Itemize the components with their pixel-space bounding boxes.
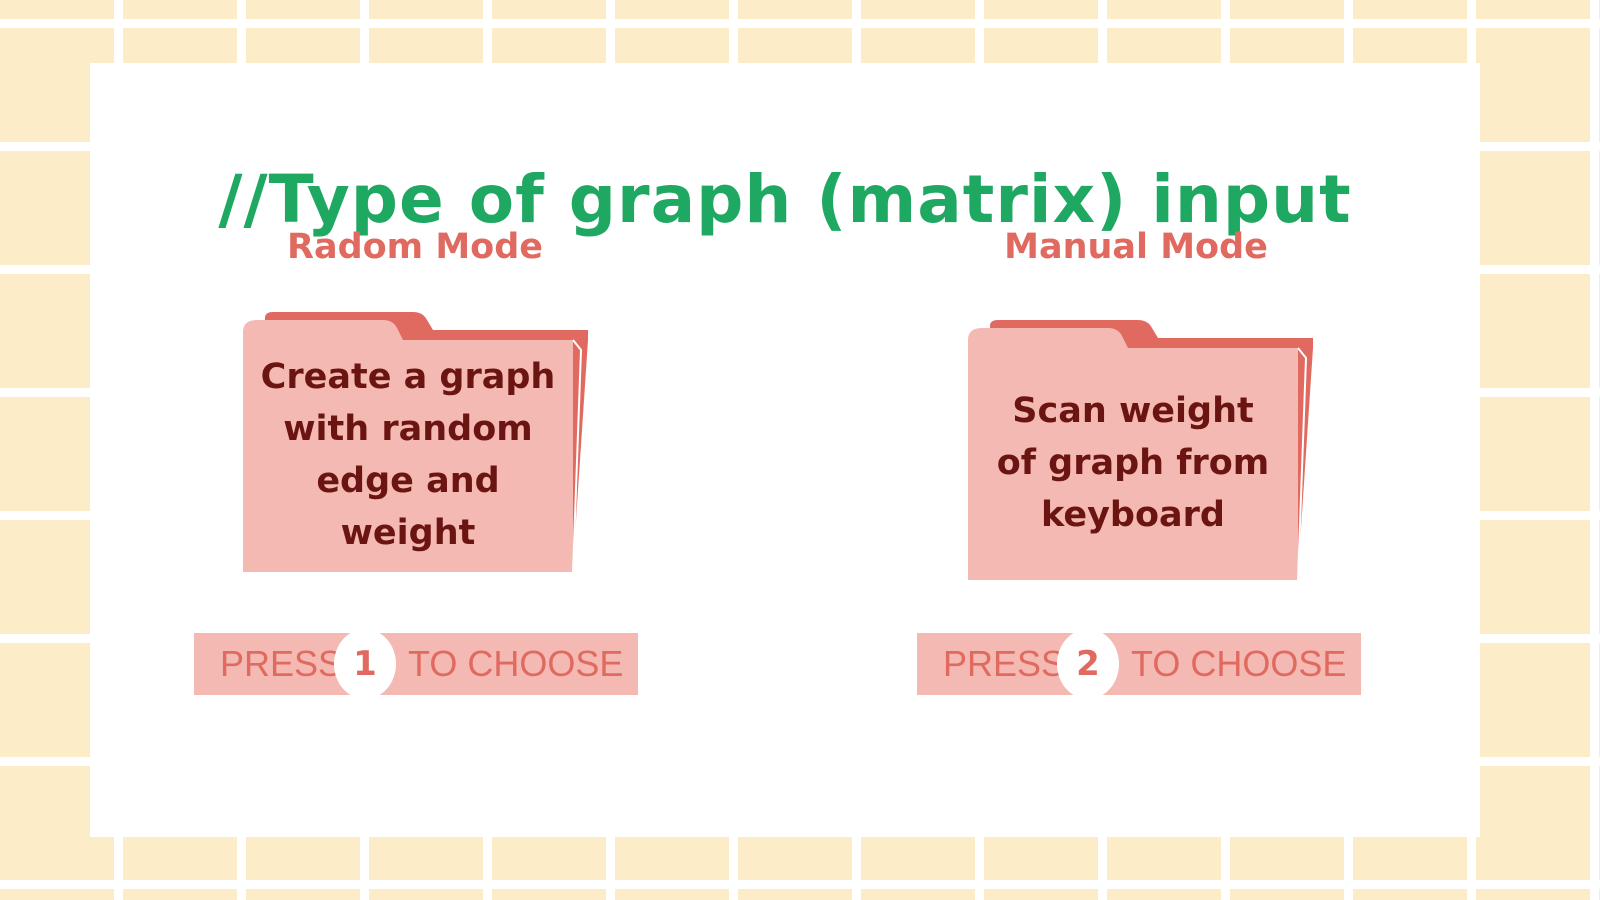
manual-mode-folder[interactable]: Scan weight of graph from keyboard bbox=[968, 318, 1313, 583]
to-choose-text: TO CHOOSE bbox=[408, 643, 624, 684]
to-choose-text: TO CHOOSE bbox=[1131, 643, 1347, 684]
press-1-to-choose-button[interactable]: PRESS 1 TO CHOOSE bbox=[194, 629, 638, 699]
random-mode-folder[interactable]: Create a graph with random edge and weig… bbox=[243, 310, 588, 575]
key-2-badge: 2 bbox=[1057, 629, 1119, 699]
random-mode-description: Create a graph with random edge and weig… bbox=[260, 357, 556, 553]
press-word: PRESS bbox=[220, 643, 343, 684]
press-2-to-choose-button[interactable]: PRESS 2 TO CHOOSE bbox=[917, 629, 1361, 699]
key-1-badge: 1 bbox=[334, 629, 396, 699]
manual-mode-description: Scan weight of graph from keyboard bbox=[996, 391, 1270, 535]
press-word: PRESS bbox=[943, 643, 1066, 684]
random-mode-label: Radom Mode bbox=[287, 227, 543, 267]
manual-mode-label: Manual Mode bbox=[1004, 227, 1268, 267]
